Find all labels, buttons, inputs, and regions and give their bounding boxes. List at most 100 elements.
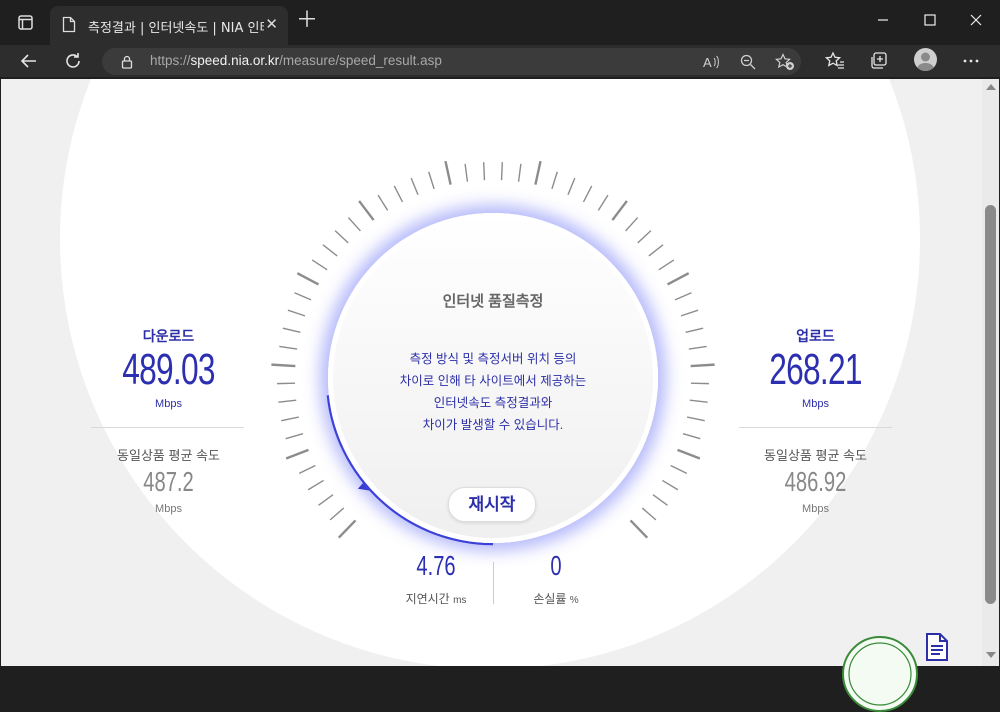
download-value: 489.03 (98, 345, 238, 395)
metrics-divider (493, 562, 494, 604)
gauge-tick (271, 365, 295, 366)
upload-unit: Mbps (738, 398, 893, 410)
download-unit: Mbps (91, 398, 246, 410)
gauge-tick (348, 218, 360, 231)
gauge-tick (552, 172, 557, 189)
document-icon (62, 16, 76, 37)
title-bar: 측정결과 | 인터넷속도 | NIA 인터넷 ✕ ＋ (0, 0, 1000, 45)
tab-title: 측정결과 | 인터넷속도 | NIA 인터넷 (88, 17, 264, 36)
zoom-out-icon[interactable] (739, 53, 757, 75)
gauge-tick (286, 450, 308, 459)
center-title: 인터넷 품질측정 (328, 290, 658, 311)
read-aloud-icon[interactable]: A (702, 53, 720, 75)
gauge-tick (445, 161, 450, 184)
browser-tab[interactable]: 측정결과 | 인터넷속도 | NIA 인터넷 ✕ (50, 6, 288, 45)
gauge-tick (330, 508, 344, 520)
upload-avg-value: 486.92 (760, 466, 872, 498)
more-icon[interactable] (961, 51, 981, 75)
gauge-tick (626, 218, 638, 231)
gauge-tick (683, 434, 700, 439)
gauge-tick (612, 201, 626, 220)
gauge-tick (519, 164, 521, 182)
gauge-tick (359, 201, 373, 220)
collections-icon[interactable] (869, 51, 889, 75)
gauge-tick (312, 260, 327, 270)
url-field[interactable]: https://speed.nia.or.kr/measure/speed_re… (102, 48, 801, 75)
address-bar-row: https://speed.nia.or.kr/measure/speed_re… (0, 45, 1000, 77)
gauge-tick (297, 273, 318, 284)
gauge-tick (394, 186, 402, 202)
favorites-icon[interactable] (825, 51, 845, 75)
scrollbar-thumb[interactable] (985, 205, 996, 604)
gauge-tick (286, 434, 303, 439)
gauge-tick (678, 450, 700, 459)
minimize-icon[interactable] (876, 12, 890, 31)
gauge-tick (288, 310, 305, 316)
gauge-tick (662, 480, 677, 489)
gauge-tick (484, 162, 485, 180)
refresh-icon[interactable] (63, 51, 83, 75)
maximize-icon[interactable] (923, 12, 937, 31)
back-icon[interactable] (19, 51, 39, 75)
latency-label: 지연시간 ms (386, 590, 486, 607)
gauge-tick (584, 186, 592, 202)
gauge-tick (689, 346, 707, 349)
gauge-tick (686, 328, 704, 332)
lock-icon[interactable] (121, 54, 133, 73)
scroll-down-icon[interactable] (986, 652, 996, 658)
gauge-tick (690, 400, 708, 402)
gauge-tick (279, 346, 297, 349)
profile-icon[interactable] (914, 48, 937, 71)
gauge-tick (278, 400, 296, 402)
gauge-tick (659, 260, 674, 270)
ministry-seal-logo (842, 636, 918, 712)
close-icon[interactable]: ✕ (265, 15, 278, 33)
upload-avg-unit: Mbps (738, 503, 893, 515)
gauge-tick (335, 231, 348, 243)
gauge-tick (631, 520, 648, 537)
divider (739, 427, 892, 428)
download-avg-title: 동일상품 평균 속도 (91, 445, 246, 464)
gauge-tick (378, 195, 388, 210)
gauge-tick (671, 465, 687, 473)
gauge-tick (535, 161, 540, 184)
add-favorite-icon[interactable] (775, 53, 795, 75)
latency-value: 4.76 (400, 550, 472, 582)
download-avg-value: 487.2 (113, 466, 225, 498)
restart-button[interactable]: 재시작 (448, 487, 536, 522)
gauge-tick (429, 172, 434, 189)
gauge-tick (502, 162, 503, 180)
report-document-icon[interactable] (924, 632, 950, 666)
gauge-tick (691, 365, 715, 366)
gauge-tick (638, 231, 651, 243)
divider (91, 427, 244, 428)
gauge-tick (299, 465, 315, 473)
gauge-tick (308, 480, 323, 489)
gauge-tick (465, 164, 467, 182)
svg-text:A: A (703, 55, 712, 70)
gauge-tick (295, 293, 312, 300)
upload-title: 업로드 (738, 326, 893, 346)
gauge-tick (339, 520, 356, 537)
gauge-tick (283, 328, 301, 332)
gauge-tick (681, 310, 698, 316)
download-title: 다운로드 (91, 326, 246, 346)
gauge-tick (323, 245, 337, 256)
gauge-tick (675, 293, 692, 300)
gauge-tick (598, 195, 608, 210)
upload-avg-title: 동일상품 평균 속도 (738, 445, 893, 464)
scroll-up-icon[interactable] (986, 84, 996, 90)
gauge-tick (642, 508, 656, 520)
window-close-icon[interactable] (969, 12, 983, 31)
upload-value: 268.21 (745, 345, 885, 395)
plus-icon[interactable]: ＋ (296, 10, 318, 32)
tab-actions-icon[interactable] (12, 12, 38, 34)
gauge-tick (318, 495, 333, 506)
gauge-tick (411, 178, 418, 195)
loss-label: 손실률 % (506, 590, 606, 607)
gauge-tick (649, 245, 663, 256)
gauge-tick (668, 273, 689, 284)
loss-value: 0 (520, 550, 592, 582)
download-avg-unit: Mbps (91, 503, 246, 515)
gauge-tick (281, 417, 299, 421)
